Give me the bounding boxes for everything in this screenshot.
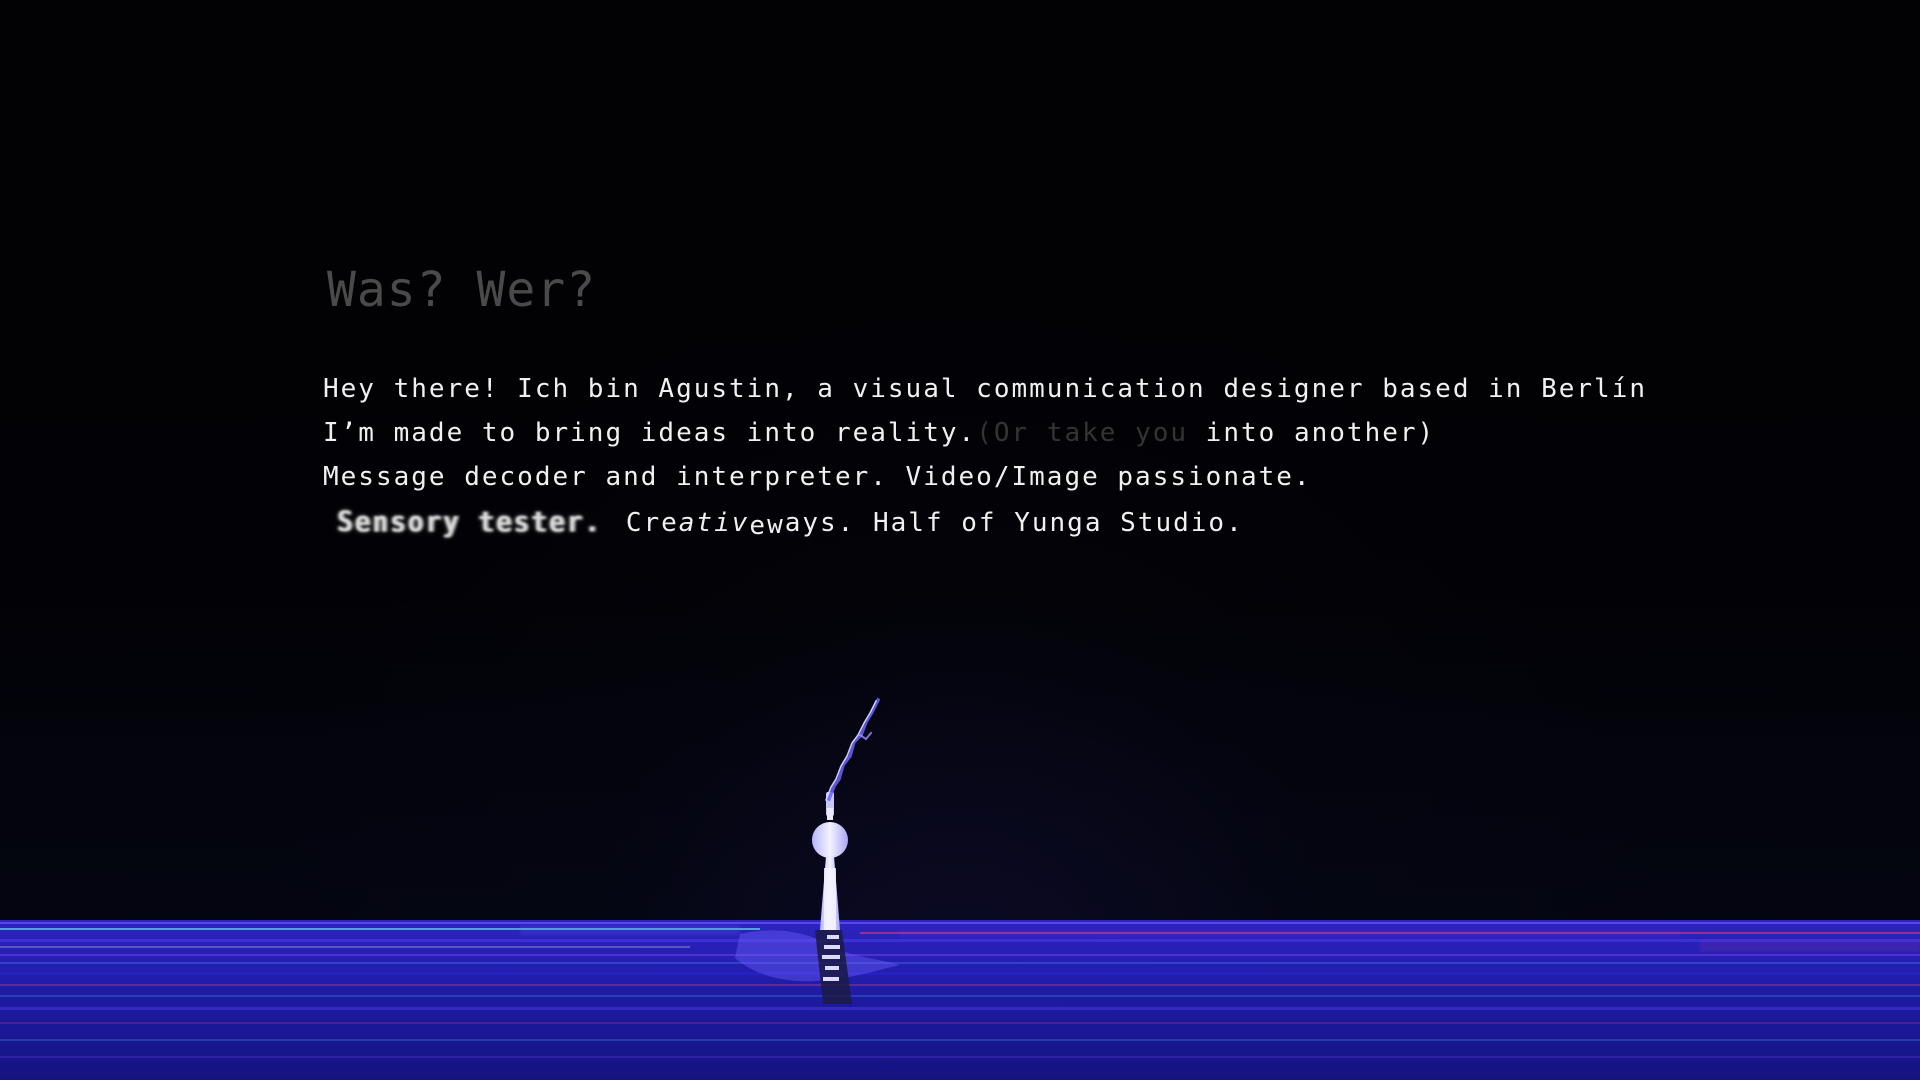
intro-section: Was? Wer? Hey there! Ich bin Agustin, a … bbox=[323, 262, 1645, 541]
creative-prefix: Cre bbox=[625, 508, 679, 538]
creative-suffix: e bbox=[749, 511, 768, 541]
hero-stage bbox=[0, 0, 1920, 1080]
studio-line: Half of Yunga Studio. bbox=[855, 508, 1244, 538]
intro-line-4: Sensory tester. Creative ways. Half of Yu… bbox=[323, 506, 1643, 541]
glitch-phrase: Sensory tester. bbox=[337, 506, 602, 540]
intro-line-3: Message decoder and interpreter. Video/I… bbox=[323, 464, 1643, 490]
intro-line-1: Hey there! Ich bin Agustin, a visual com… bbox=[323, 376, 1645, 402]
page-title: Was? Wer? bbox=[327, 262, 597, 318]
intro-line-2-secondary: into another) bbox=[1188, 418, 1436, 448]
intro-line-2-primary: I’m made to bring ideas into reality. bbox=[323, 418, 977, 448]
intro-line-3-text: Message decoder and interpreter. Video/I… bbox=[323, 462, 1312, 492]
intro-line-2: I’m made to bring ideas into reality.(Or… bbox=[323, 420, 1643, 446]
intro-line-2-muted: (Or take you bbox=[976, 418, 1189, 448]
creative-italic: ativ bbox=[678, 508, 750, 538]
intro-line-1-text: Hey there! Ich bin Agustin, a visual com… bbox=[323, 374, 1647, 404]
water-glow bbox=[0, 920, 1920, 1080]
ways-suffix: ays. bbox=[784, 508, 856, 538]
ways-prefix: w bbox=[767, 510, 785, 540]
